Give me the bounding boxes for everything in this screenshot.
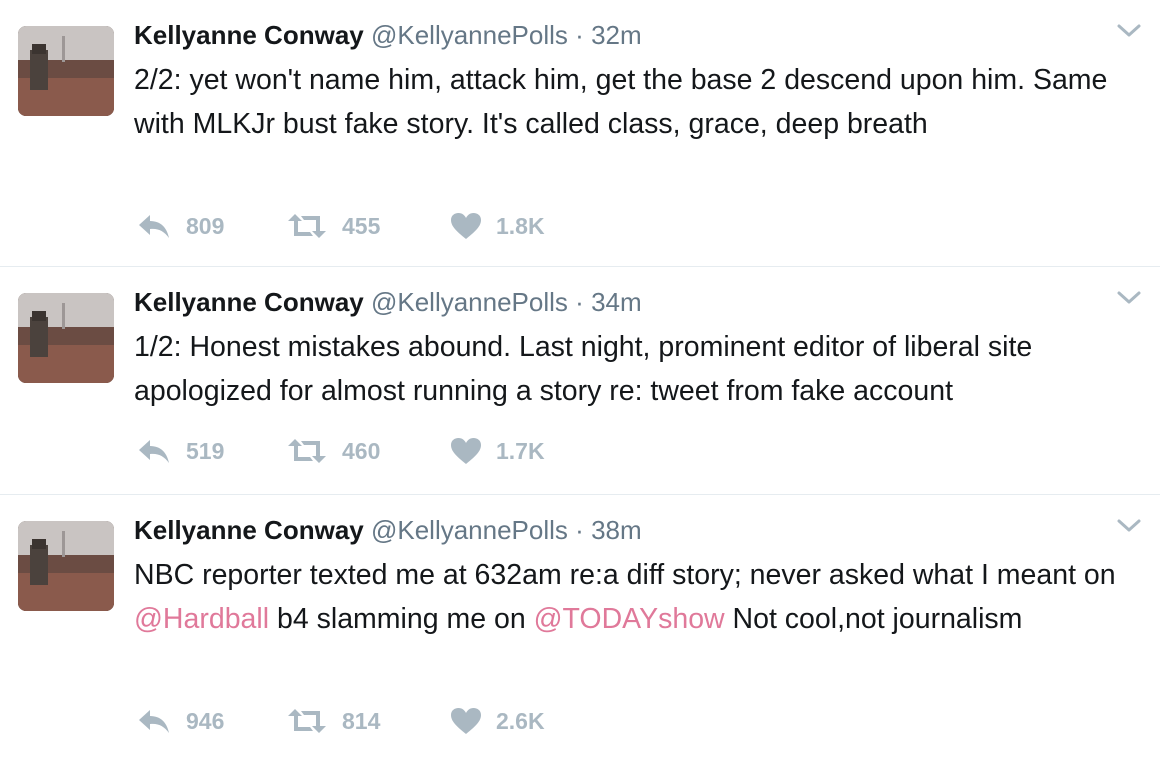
- retweet-count: 814: [342, 707, 381, 734]
- avatar[interactable]: [18, 26, 114, 116]
- heart-icon: [451, 213, 481, 239]
- reply-button[interactable]: 519: [136, 437, 286, 465]
- chevron-down-icon[interactable]: [1116, 289, 1142, 307]
- chevron-down-icon[interactable]: [1116, 22, 1142, 40]
- tweet-text-part: b4 slamming me on: [269, 603, 534, 635]
- retweet-icon: [288, 709, 326, 733]
- tweet-time[interactable]: 38m: [591, 515, 642, 545]
- avatar[interactable]: [18, 293, 114, 383]
- tweet-timeline: Kellyanne Conway @KellyannePolls · 32m 2…: [0, 0, 1160, 760]
- tweet-text-part: Not cool,not journalism: [724, 603, 1023, 635]
- mention-link[interactable]: @Hardball: [134, 603, 269, 635]
- author-handle[interactable]: @KellyannePolls: [371, 287, 568, 317]
- tweet-actions: 946 814 2.6K: [136, 707, 590, 735]
- tweet-time[interactable]: 32m: [591, 20, 642, 50]
- heart-icon: [451, 708, 481, 734]
- separator: ·: [575, 287, 584, 317]
- mention-link[interactable]: @TODAYshow: [534, 603, 725, 635]
- tweet-actions: 519 460 1.7K: [136, 437, 590, 465]
- reply-icon: [139, 215, 169, 238]
- tweet-text-part: NBC reporter texted me at 632am re:a dif…: [134, 559, 1116, 591]
- tweet-text-part: 1/2: Honest mistakes abound. Last night,…: [134, 331, 1033, 407]
- reply-count: 519: [186, 437, 225, 464]
- reply-count: 809: [186, 212, 225, 239]
- tweet-text-part: 2/2: yet won't name him, attack him, get…: [134, 64, 1108, 140]
- retweet-icon: [288, 439, 326, 463]
- tweet-time[interactable]: 34m: [591, 287, 642, 317]
- separator: ·: [575, 20, 584, 50]
- retweet-button[interactable]: 455: [286, 212, 450, 240]
- like-button[interactable]: 2.6K: [450, 707, 590, 735]
- reply-button[interactable]: 809: [136, 212, 286, 240]
- tweet[interactable]: Kellyanne Conway @KellyannePolls · 32m 2…: [0, 0, 1160, 267]
- retweet-icon: [288, 214, 326, 238]
- reply-button[interactable]: 946: [136, 707, 286, 735]
- retweet-button[interactable]: 460: [286, 437, 450, 465]
- tweet[interactable]: Kellyanne Conway @KellyannePolls · 34m 1…: [0, 267, 1160, 495]
- author-handle[interactable]: @KellyannePolls: [371, 515, 568, 545]
- retweet-button[interactable]: 814: [286, 707, 450, 735]
- author-handle[interactable]: @KellyannePolls: [371, 20, 568, 50]
- chevron-down-icon[interactable]: [1116, 517, 1142, 535]
- retweet-count: 460: [342, 437, 381, 464]
- author-name[interactable]: Kellyanne Conway: [134, 287, 364, 317]
- reply-icon: [139, 710, 169, 733]
- like-count: 1.7K: [496, 437, 545, 464]
- reply-icon: [139, 440, 169, 463]
- author-name[interactable]: Kellyanne Conway: [134, 515, 364, 545]
- reply-count: 946: [186, 707, 225, 734]
- like-count: 2.6K: [496, 707, 545, 734]
- tweet-actions: 809 455 1.8K: [136, 212, 590, 240]
- like-count: 1.8K: [496, 212, 545, 239]
- author-name[interactable]: Kellyanne Conway: [134, 20, 364, 50]
- like-button[interactable]: 1.8K: [450, 212, 590, 240]
- tweet-text: 1/2: Honest mistakes abound. Last night,…: [134, 325, 1120, 413]
- separator: ·: [575, 515, 584, 545]
- retweet-count: 455: [342, 212, 381, 239]
- avatar[interactable]: [18, 521, 114, 611]
- tweet-text: NBC reporter texted me at 632am re:a dif…: [134, 553, 1120, 641]
- tweet[interactable]: Kellyanne Conway @KellyannePolls · 38m N…: [0, 495, 1160, 760]
- heart-icon: [451, 438, 481, 464]
- like-button[interactable]: 1.7K: [450, 437, 590, 465]
- tweet-text: 2/2: yet won't name him, attack him, get…: [134, 58, 1120, 146]
